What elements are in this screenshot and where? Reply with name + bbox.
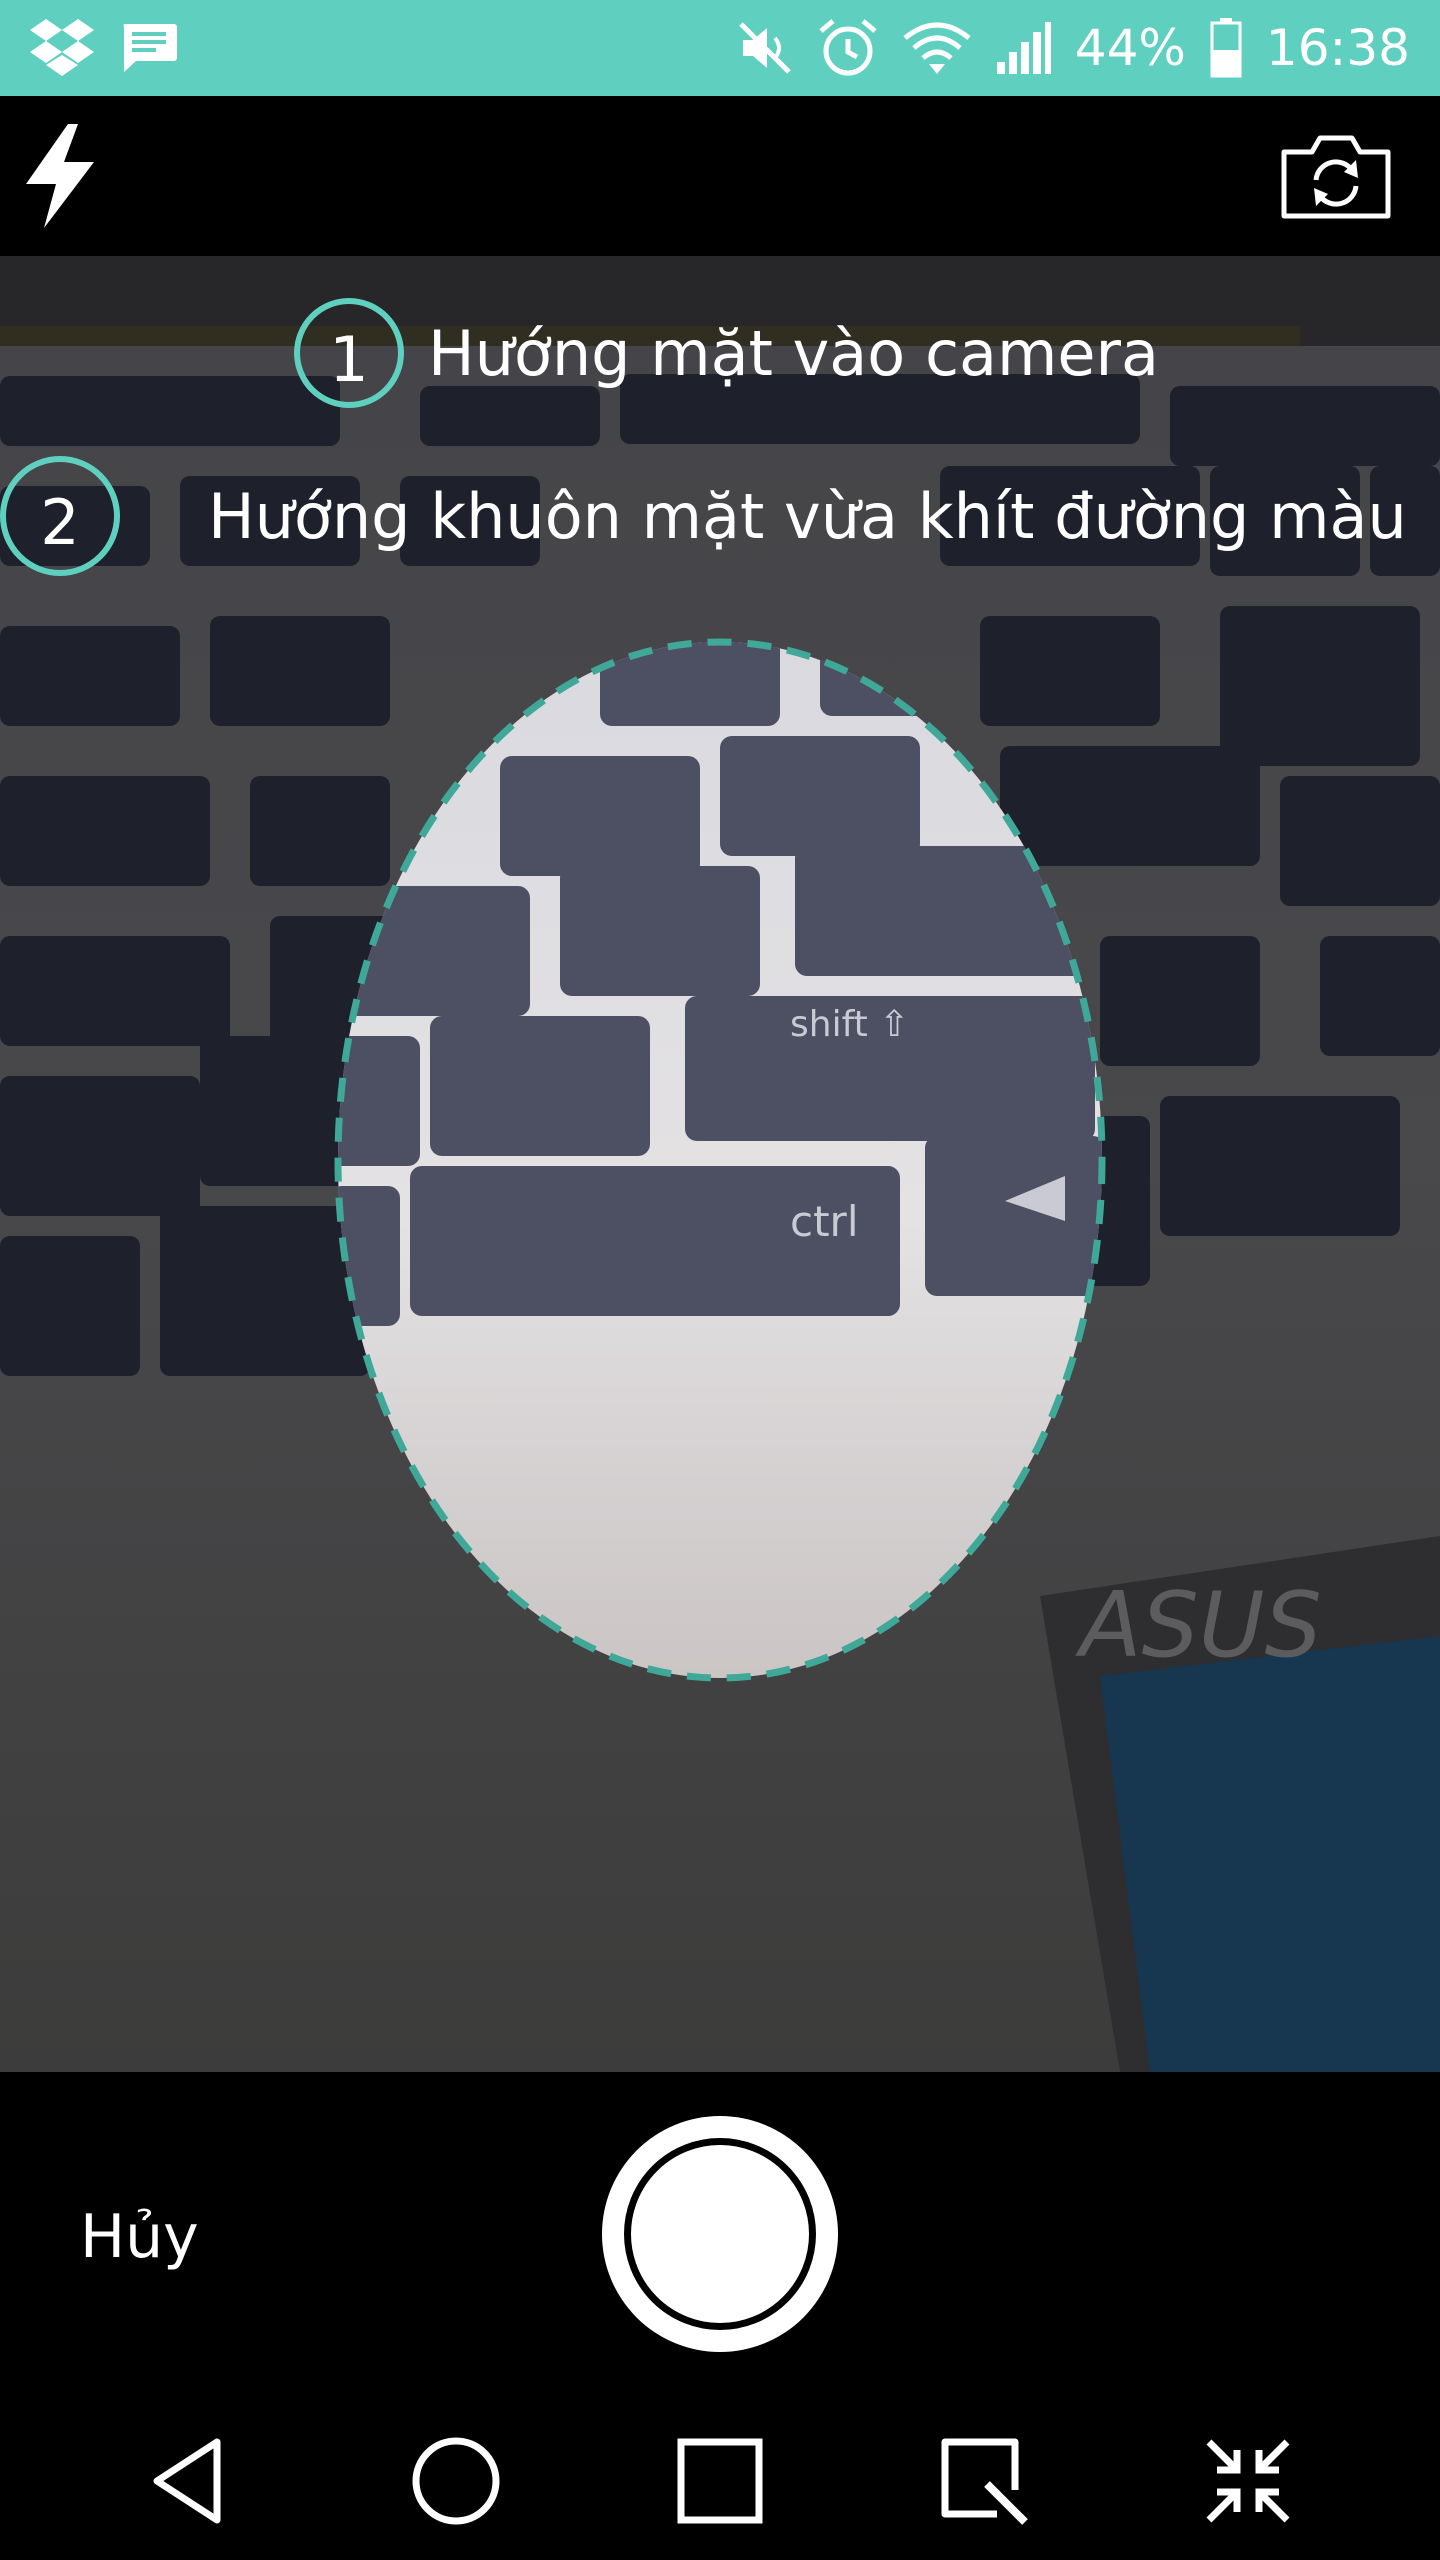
instruction-step-1: 1 Hướng mặt vào camera — [294, 298, 1159, 408]
switch-camera-button[interactable] — [1278, 132, 1394, 222]
battery-percent: 44% — [1074, 19, 1186, 77]
step-number: 1 — [329, 322, 369, 396]
camera-preview: ASUS shift ⇧ ctrl 1 Hướng mặt vào camera… — [0, 256, 1440, 2072]
capture-icon — [941, 2438, 1028, 2525]
svg-text:ctrl: ctrl — [790, 1197, 859, 1246]
wifi-icon — [903, 22, 971, 74]
step-number: 2 — [40, 485, 80, 559]
instruction-text: Hướng mặt vào camera — [428, 316, 1160, 390]
camera-toolbar — [0, 96, 1440, 256]
home-button[interactable] — [396, 2421, 516, 2541]
clock: 16:38 — [1265, 19, 1410, 77]
back-icon — [153, 2438, 221, 2524]
alarm-icon — [819, 19, 877, 76]
back-button[interactable] — [132, 2421, 252, 2541]
cancel-button[interactable]: Hủy — [80, 2202, 199, 2272]
mute-icon — [738, 22, 791, 74]
camera-screen: 44% 16:38 ASUS shift ⇧ ctrl 1 Hướng mặt … — [0, 0, 1440, 2560]
home-icon — [412, 2437, 500, 2525]
shrink-icon — [1206, 2439, 1290, 2523]
navigation-bar — [0, 2402, 1440, 2560]
status-bar: 44% 16:38 — [0, 0, 1440, 96]
recents-button[interactable] — [660, 2421, 780, 2541]
status-left — [30, 19, 178, 77]
signal-icon — [996, 22, 1051, 74]
status-right: 44% 16:38 — [737, 17, 1410, 79]
switch-camera-icon — [1281, 135, 1391, 219]
capture-controls: Hủy — [0, 2072, 1440, 2402]
shutter-icon — [624, 2138, 816, 2330]
instruction-step-2: 2 Hướng khuôn mặt vừa khít đường màu — [0, 456, 1407, 576]
capture-button[interactable] — [924, 2421, 1044, 2541]
battery-icon — [1210, 18, 1242, 78]
step-number-circle: 1 — [294, 298, 404, 408]
step-number-circle: 2 — [0, 456, 120, 576]
flash-icon — [26, 124, 94, 228]
flash-button[interactable] — [16, 122, 106, 230]
instruction-text: Hướng khuôn mặt vừa khít đường màu — [208, 479, 1407, 553]
message-icon — [123, 24, 177, 72]
shutter-button[interactable] — [602, 2116, 838, 2352]
recents-icon — [677, 2438, 763, 2524]
dropbox-icon — [30, 19, 94, 76]
shrink-button[interactable] — [1188, 2421, 1308, 2541]
svg-text:shift ⇧: shift ⇧ — [790, 1004, 909, 1045]
